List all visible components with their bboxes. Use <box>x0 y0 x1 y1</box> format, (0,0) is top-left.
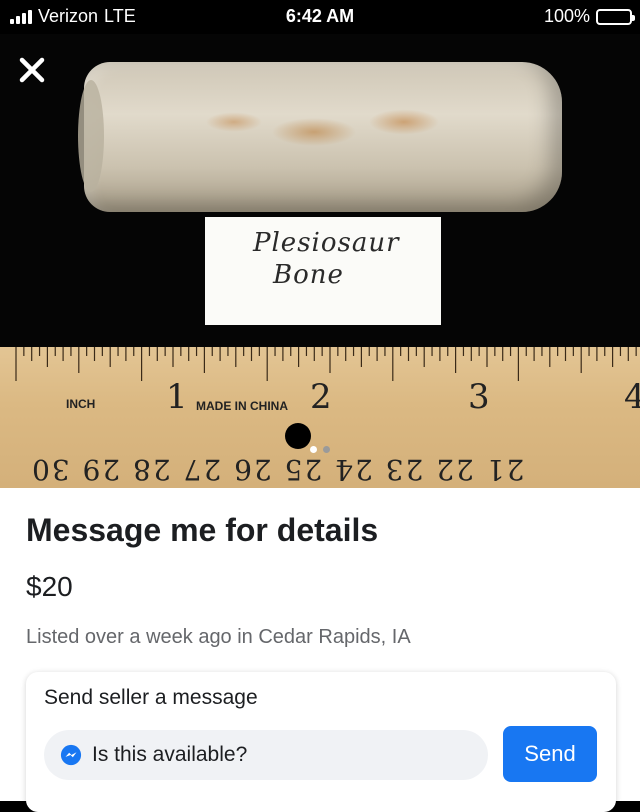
status-bar: Verizon LTE 6:42 AM 100% <box>0 0 640 34</box>
ruler-number-4: 4 <box>624 377 640 417</box>
listing-details: Message me for details $20 Listed over a… <box>0 488 640 812</box>
ruler-cm-scale: 21 22 23 24 25 26 27 28 29 30 <box>30 453 525 486</box>
listing-price: $20 <box>26 571 73 602</box>
page-dot-2[interactable] <box>323 446 330 453</box>
message-card-heading: Send seller a message <box>44 686 258 709</box>
photo-pagination[interactable] <box>0 446 640 453</box>
ruler-made-label: MADE IN CHINA <box>196 399 288 413</box>
message-seller-card: Send seller a message Is this available?… <box>26 672 616 812</box>
message-input[interactable]: Is this available? <box>44 730 488 780</box>
close-icon <box>19 57 45 83</box>
specimen-label: Plesiosaur Bone <box>205 217 441 325</box>
ruler-number-1: 1 <box>166 377 188 417</box>
ruler-number-3: 3 <box>468 377 490 417</box>
page-dot-1[interactable] <box>310 446 317 453</box>
close-button[interactable] <box>14 52 50 88</box>
label-line-1: Plesiosaur <box>253 228 400 258</box>
ruler-inch-label: INCH <box>66 397 96 411</box>
battery-percent: 100% <box>543 6 590 26</box>
message-input-text[interactable]: Is this available? <box>92 743 247 767</box>
fossil-bone <box>78 62 562 212</box>
messenger-icon <box>60 744 82 766</box>
ruler: INCH 1 MADE IN CHINA 2 3 4 21 22 23 24 2… <box>0 347 640 488</box>
label-line-2: Bone <box>273 260 344 290</box>
listing-meta: Listed over a week ago in Cedar Rapids, … <box>26 626 411 648</box>
listing-photo[interactable]: Plesiosaur Bone INCH 1 MADE IN CHINA 2 3… <box>0 34 640 488</box>
listing-title: Message me for details <box>26 512 379 548</box>
send-button[interactable]: Send <box>503 726 597 782</box>
battery-group: 100% <box>543 6 635 27</box>
battery-icon <box>596 8 635 25</box>
ruler-number-2: 2 <box>310 377 332 417</box>
